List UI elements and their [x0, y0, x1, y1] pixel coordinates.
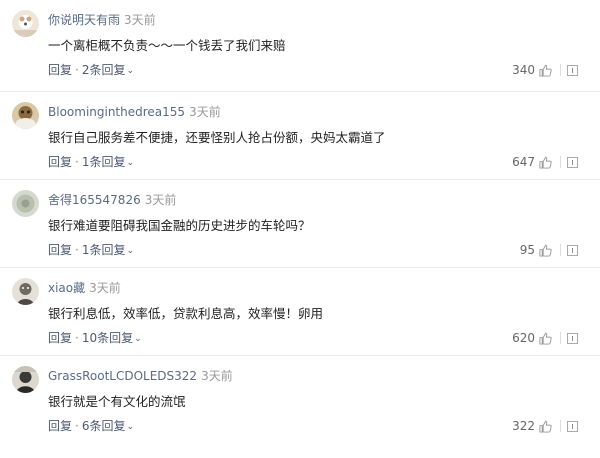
reply-button[interactable]: 回复	[48, 155, 72, 169]
comment-actions: 回复 · 1条回复⌄	[48, 154, 134, 172]
comment-text: 银行利息低，效率低，贷款利息高，效率慢！卵用	[48, 306, 324, 321]
comment-stats: 95	[520, 242, 578, 258]
timestamp: 3天前	[89, 281, 121, 295]
reply-count: 1条回复	[81, 243, 126, 257]
timestamp: 3天前	[124, 13, 156, 27]
like-count: 322	[512, 419, 535, 433]
chevron-down-icon: ⌄	[126, 158, 135, 168]
report-icon[interactable]	[567, 420, 578, 432]
view-replies-button[interactable]: 1条回复⌄	[82, 155, 134, 169]
comment-item: xiao藏 3天前 银行利息低，效率低，贷款利息高，效率慢！卵用 回复 · 10条回复…	[0, 268, 600, 356]
thumbs-up-icon[interactable]	[539, 244, 552, 257]
stats-divider	[560, 156, 561, 168]
view-replies-button[interactable]: 6条回复⌄	[82, 419, 134, 433]
view-replies-button[interactable]: 10条回复⌄	[82, 331, 142, 345]
comment-actions: 回复 · 6条回复⌄	[48, 418, 134, 436]
username[interactable]: Bloominginthedrea155	[48, 105, 185, 119]
comment-actions: 回复 · 2条回复⌄	[48, 62, 134, 80]
username[interactable]: GrassRootLCDOLEDS322	[48, 369, 197, 383]
view-replies-button[interactable]: 1条回复⌄	[82, 243, 134, 257]
stats-divider	[560, 332, 561, 344]
report-icon[interactable]	[567, 64, 578, 76]
like-count: 95	[519, 243, 535, 257]
like-count: 647	[512, 155, 535, 169]
comment-stats: 620	[512, 330, 578, 346]
comment-meta: 舍得165547826 3天前	[48, 192, 176, 208]
reply-count: 6条回复	[81, 419, 126, 433]
stats-divider	[560, 244, 561, 256]
comment-stats: 647	[512, 154, 578, 170]
timestamp: 3天前	[201, 369, 233, 383]
reply-button[interactable]: 回复	[48, 63, 72, 77]
separator-dot: ·	[75, 243, 79, 257]
comment-text: 银行自己服务差不便捷，还要怪别人抢占份额，央妈太霸道了	[48, 130, 386, 145]
separator-dot: ·	[75, 155, 79, 169]
chevron-down-icon: ⌄	[134, 334, 142, 344]
stats-divider	[560, 420, 561, 432]
comment-actions: 回复 · 1条回复⌄	[48, 242, 134, 260]
report-icon[interactable]	[567, 156, 578, 168]
avatar[interactable]	[12, 102, 39, 129]
reply-button[interactable]: 回复	[48, 331, 72, 345]
comment-stats: 340	[512, 62, 578, 78]
report-icon[interactable]	[567, 332, 578, 344]
comment-actions: 回复 · 10条回复⌄	[48, 330, 142, 348]
thumbs-up-icon[interactable]	[539, 420, 552, 433]
like-count: 620	[512, 331, 535, 345]
avatar[interactable]	[12, 190, 39, 217]
username[interactable]: 舍得165547826	[48, 193, 141, 207]
reply-button[interactable]: 回复	[48, 243, 72, 257]
avatar[interactable]	[12, 366, 39, 393]
comment-text: 一个离柜概不负责～～一个钱丢了我们来赔	[48, 38, 286, 53]
reply-button[interactable]: 回复	[48, 419, 72, 433]
comment-item: 舍得165547826 3天前 银行难道要阻碍我国金融的历史进步的车轮吗？ 回复 ·…	[0, 180, 600, 268]
view-replies-button[interactable]: 2条回复⌄	[82, 63, 134, 77]
thumbs-up-icon[interactable]	[539, 332, 552, 345]
avatar[interactable]	[12, 10, 39, 37]
comment-meta: GrassRootLCDOLEDS322 3天前	[48, 368, 233, 384]
timestamp: 3天前	[144, 193, 177, 207]
comment-text: 银行就是个有文化的流氓	[48, 394, 186, 409]
comment-meta: xiao藏 3天前	[48, 280, 121, 296]
chevron-down-icon: ⌄	[126, 422, 135, 432]
comment-item: GrassRootLCDOLEDS322 3天前 银行就是个有文化的流氓 回复 · 6…	[0, 356, 600, 444]
comment-meta: 你说明天有雨 3天前	[48, 12, 156, 28]
timestamp: 3天前	[189, 105, 221, 119]
comment-item: Bloominginthedrea155 3天前 银行自己服务差不便捷，还要怪别人…	[0, 92, 600, 180]
separator-dot: ·	[75, 331, 79, 345]
avatar[interactable]	[12, 278, 39, 305]
report-icon[interactable]	[567, 244, 578, 256]
chevron-down-icon: ⌄	[126, 246, 135, 256]
chevron-down-icon: ⌄	[126, 66, 135, 76]
thumbs-up-icon[interactable]	[539, 156, 552, 169]
reply-count: 1条回复	[81, 155, 126, 169]
separator-dot: ·	[75, 419, 79, 433]
comment-stats: 322	[512, 418, 578, 434]
comment-meta: Bloominginthedrea155 3天前	[48, 104, 221, 120]
reply-count: 10条回复	[81, 331, 134, 345]
comment-list: 你说明天有雨 3天前 一个离柜概不负责～～一个钱丢了我们来赔 回复 · 2条回复⌄ 3…	[0, 0, 600, 444]
username[interactable]: 你说明天有雨	[48, 13, 120, 27]
like-count: 340	[512, 63, 535, 77]
comment-item: 你说明天有雨 3天前 一个离柜概不负责～～一个钱丢了我们来赔 回复 · 2条回复⌄ 3…	[0, 0, 600, 92]
username[interactable]: xiao藏	[48, 281, 85, 295]
reply-count: 2条回复	[81, 63, 126, 77]
separator-dot: ·	[75, 63, 79, 77]
thumbs-up-icon[interactable]	[539, 64, 552, 77]
stats-divider	[560, 64, 561, 76]
comment-text: 银行难道要阻碍我国金融的历史进步的车轮吗？	[48, 218, 311, 233]
